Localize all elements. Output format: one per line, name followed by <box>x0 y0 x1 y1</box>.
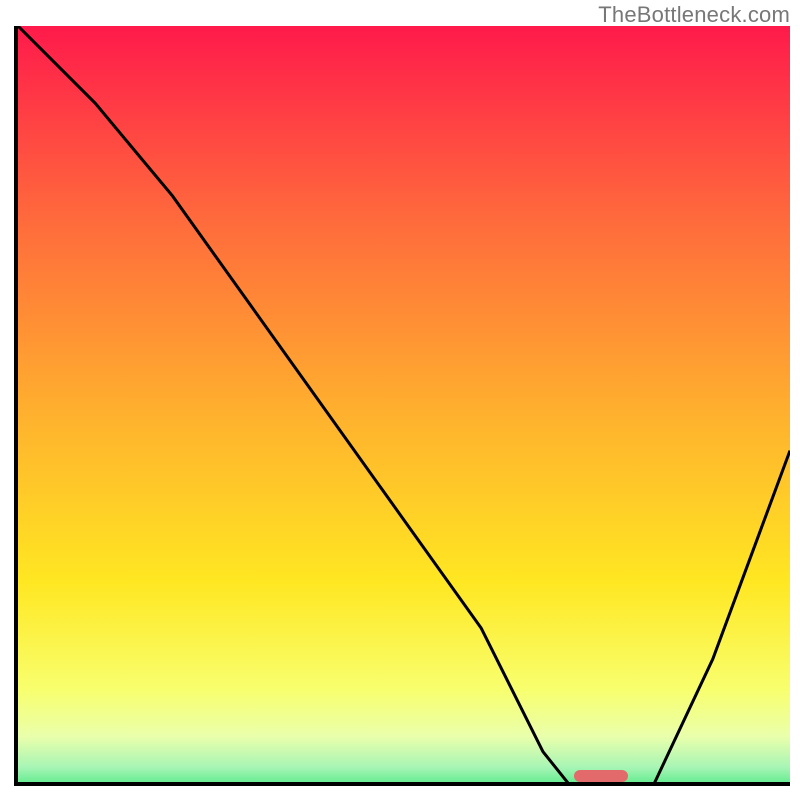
curve-line <box>18 26 790 786</box>
plot-area <box>14 26 790 786</box>
chart-container: TheBottleneck.com <box>0 0 800 800</box>
optimum-marker <box>574 770 628 782</box>
watermark-text: TheBottleneck.com <box>598 2 790 28</box>
